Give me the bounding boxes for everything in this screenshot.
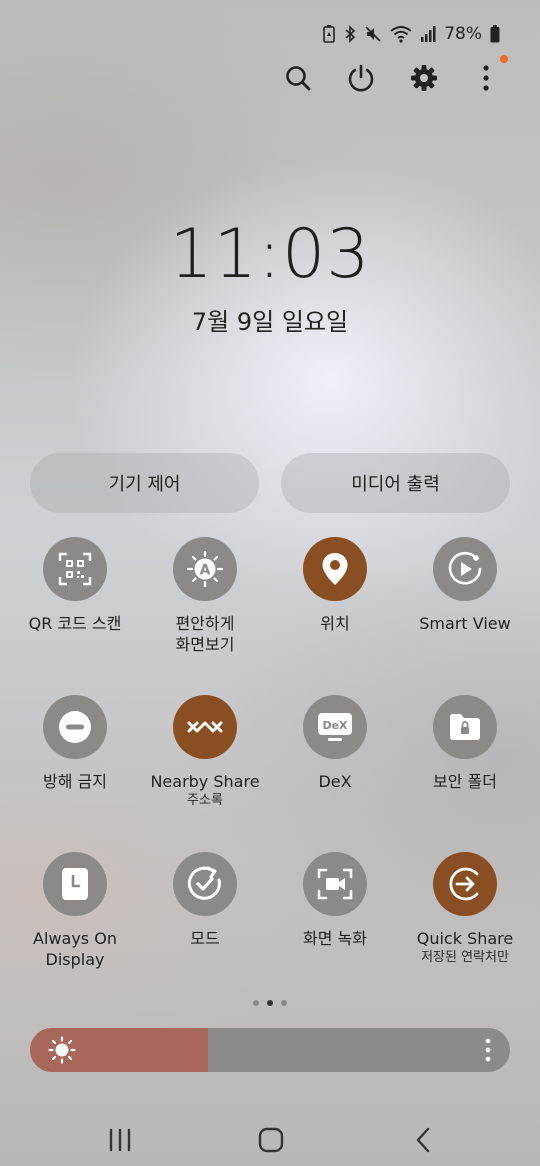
tile-location[interactable]: 위치 (270, 537, 400, 634)
quick-share-icon (449, 867, 479, 901)
tile-nearby-share[interactable]: Nearby Share 주소록 (140, 695, 270, 810)
tile-eye-comfort[interactable]: A 편안하게 화면보기 (140, 537, 270, 655)
tile-secure-folder[interactable]: 보안 폴더 (400, 695, 530, 792)
tile-qr-scanner[interactable]: QR 코드 스캔 (10, 537, 140, 634)
tile-sublabel: 저장된 연락처만 (421, 950, 509, 965)
back-button[interactable] (393, 1118, 453, 1162)
media-output-button[interactable]: 미디어 출력 (281, 453, 510, 513)
battery-icon (490, 25, 500, 43)
tile-circle[interactable] (303, 852, 367, 916)
tile-sublabel: 주소록 (187, 793, 223, 808)
tile-circle[interactable] (433, 852, 497, 916)
power-button[interactable] (339, 56, 383, 100)
wifi-icon (390, 26, 412, 43)
page-dot (281, 1000, 287, 1006)
location-pin-icon (322, 553, 348, 585)
clock-date: 7월 9일 일요일 (191, 308, 349, 336)
tile-label: 보안 폴더 (433, 772, 497, 791)
tile-label: Always On Display (33, 929, 117, 969)
gear-icon (411, 65, 437, 91)
tile-circle[interactable] (43, 695, 107, 759)
mute-icon (365, 26, 381, 42)
page-dot (253, 1000, 259, 1006)
eye-comfort-icon: A (186, 550, 224, 588)
navigation-bar (0, 1118, 540, 1162)
smart-view-icon (448, 551, 482, 585)
battery-percentage: 78% (444, 24, 482, 44)
status-bar: 78% (322, 20, 500, 48)
tile-label: Quick Share (416, 929, 514, 948)
settings-button[interactable] (402, 56, 446, 100)
modes-icon (187, 866, 221, 900)
bluetooth-icon (345, 25, 356, 43)
tile-circle[interactable] (433, 537, 497, 601)
nearby-share-icon (187, 721, 223, 733)
clock-time: 11:03 (169, 215, 371, 294)
always-on-display-icon (62, 868, 88, 900)
tile-circle[interactable] (43, 852, 107, 916)
do-not-disturb-icon (59, 711, 91, 743)
recent-apps-button[interactable] (90, 1118, 150, 1162)
tile-circle[interactable] (173, 852, 237, 916)
more-vertical-icon (483, 65, 489, 91)
tile-circle[interactable]: A (173, 537, 237, 601)
tile-always-on-display[interactable]: Always On Display (10, 852, 140, 970)
tile-label: 방해 금지 (43, 772, 107, 791)
brightness-slider[interactable] (30, 1028, 510, 1072)
qr-scan-icon (58, 552, 92, 586)
page-dot-current (267, 1000, 273, 1006)
notification-dot (500, 55, 508, 63)
secure-folder-icon (450, 714, 480, 740)
tile-label: Nearby Share (150, 772, 260, 791)
svg-text:A: A (200, 563, 211, 579)
tile-modes[interactable]: 모드 (140, 852, 270, 949)
recent-apps-icon (109, 1128, 131, 1152)
device-control-button[interactable]: 기기 제어 (30, 453, 259, 513)
tile-circle[interactable] (303, 537, 367, 601)
tile-circle[interactable] (433, 695, 497, 759)
tile-label: Smart View (419, 614, 511, 633)
home-icon (258, 1127, 284, 1153)
battery-saver-icon (323, 25, 336, 43)
power-icon (348, 64, 374, 92)
quick-panel-actions (0, 56, 540, 100)
brightness-sun-icon (48, 1036, 76, 1064)
tile-label: QR 코드 스캔 (28, 614, 122, 633)
tile-quick-share[interactable]: Quick Share 저장된 연락처만 (400, 852, 530, 967)
tile-circle[interactable]: DeX (303, 695, 367, 759)
tile-dex[interactable]: DeX DeX (270, 695, 400, 792)
signal-icon (421, 26, 436, 42)
dex-icon: DeX (318, 713, 352, 741)
tile-smart-view[interactable]: Smart View (400, 537, 530, 634)
tile-label: 편안하게 화면보기 (175, 614, 235, 654)
search-icon (286, 66, 311, 91)
brightness-more-icon[interactable] (484, 1038, 492, 1062)
tile-label: DeX (318, 772, 352, 791)
tile-label: 모드 (190, 929, 220, 948)
tile-label: 화면 녹화 (303, 929, 367, 948)
screen-recorder-icon (317, 868, 353, 900)
tile-circle[interactable] (43, 537, 107, 601)
home-button[interactable] (241, 1118, 301, 1162)
tile-screen-recorder[interactable]: 화면 녹화 (270, 852, 400, 949)
tile-circle[interactable] (173, 695, 237, 759)
dex-icon-text: DeX (322, 719, 348, 732)
tile-label: 위치 (320, 614, 350, 633)
back-icon (416, 1127, 430, 1153)
search-button[interactable] (276, 56, 320, 100)
page-indicator (0, 1000, 540, 1006)
tile-do-not-disturb[interactable]: 방해 금지 (10, 695, 140, 792)
